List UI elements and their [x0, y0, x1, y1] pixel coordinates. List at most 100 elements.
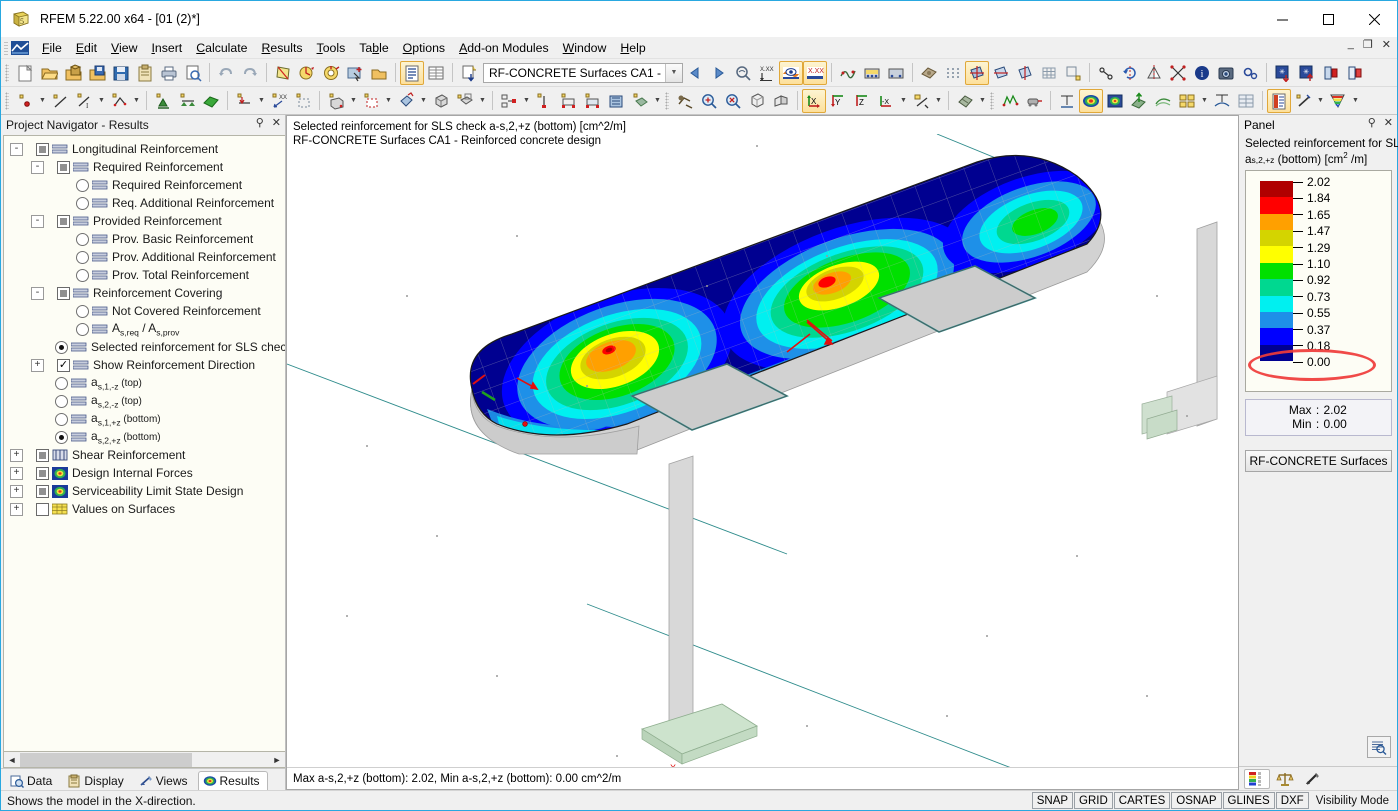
new-opening-dropdown-arrow[interactable]: ▼ — [383, 89, 394, 113]
view-custom-icon[interactable] — [909, 89, 933, 113]
print-icon[interactable] — [157, 61, 181, 85]
navigator-pin-icon[interactable]: ⚲ — [256, 116, 264, 129]
view-z-icon[interactable]: Z — [850, 89, 874, 113]
settings-gear-icon[interactable] — [1238, 61, 1262, 85]
new-solid-icon[interactable] — [324, 89, 348, 113]
window-close-button[interactable] — [1351, 1, 1397, 37]
menu-item-addon-modules[interactable]: Add-on Modules — [452, 39, 556, 57]
tree-checkbox-show-reinforcement-direction[interactable] — [57, 359, 70, 372]
status-toggle-osnap[interactable]: OSNAP — [1171, 792, 1221, 809]
menu-item-file[interactable]: FFileile — [35, 39, 69, 57]
load-case-icon[interactable] — [319, 61, 343, 85]
result-values-icon[interactable] — [1175, 89, 1199, 113]
menu-item-edit[interactable]: Edit — [69, 39, 104, 57]
tree-radio-prov-additional-reinforcement[interactable] — [76, 251, 89, 264]
model-viewport[interactable]: Selected reinforcement for SLS check a-s… — [286, 115, 1239, 790]
menu-item-options[interactable]: Options — [396, 39, 452, 57]
move-icon[interactable] — [1094, 61, 1118, 85]
mdi-restore-button[interactable]: ❐ — [1361, 38, 1375, 51]
status-visibility-mode[interactable]: Visibility Mode — [1310, 792, 1395, 809]
tree-expander-reinforcement-covering-group[interactable]: - — [31, 287, 44, 300]
new-polyline-dropdown-arrow[interactable]: ▼ — [131, 89, 142, 113]
new-member-hinge-icon[interactable] — [175, 89, 199, 113]
mdi-close-button[interactable]: ✕ — [1380, 38, 1393, 51]
new-copy-icon[interactable] — [453, 89, 477, 113]
render-mode-icon[interactable] — [953, 89, 977, 113]
tree-checkbox-reinforcement-covering-group[interactable] — [57, 287, 70, 300]
result-diagram-chart-icon[interactable] — [1210, 89, 1234, 113]
numeric-results-icon[interactable]: X.XX — [803, 61, 827, 85]
tree-expander-longitudinal-reinforcement[interactable]: - — [10, 143, 23, 156]
section-result-icon[interactable] — [1151, 89, 1175, 113]
tree-item-design-internal-forces[interactable]: +Design Internal Forces — [4, 464, 285, 482]
tab-data[interactable]: Data — [5, 771, 60, 790]
tree-item-req-additional-reinforcement[interactable]: Req. Additional Reinforcement — [4, 194, 285, 212]
status-toggle-dxf[interactable]: DXF — [1276, 792, 1309, 809]
toolbar-grip-handle[interactable] — [990, 92, 994, 110]
isometric-view-icon[interactable] — [745, 89, 769, 113]
new-copy-dropdown-arrow[interactable]: ▼ — [477, 89, 488, 113]
tree-radio-required-reinforcement[interactable] — [76, 179, 89, 192]
toolbar-grip-handle[interactable] — [665, 92, 669, 110]
status-toggle-grid[interactable]: GRID — [1074, 792, 1113, 809]
group-objects-dropdown-arrow[interactable]: ▼ — [521, 89, 532, 113]
new-cube-icon[interactable] — [429, 89, 453, 113]
support-reaction-icon[interactable] — [1022, 89, 1046, 113]
rotate-icon[interactable] — [1118, 61, 1142, 85]
redo-icon[interactable] — [238, 61, 262, 85]
toolbar-grip-handle[interactable] — [5, 92, 9, 110]
tree-item-required-reinforcement[interactable]: Required Reinforcement — [4, 176, 285, 194]
results-on-icon[interactable] — [779, 61, 803, 85]
save-icon[interactable] — [109, 61, 133, 85]
mesh-display-icon[interactable] — [1037, 61, 1061, 85]
printout-report-icon[interactable] — [1267, 89, 1291, 113]
navigator-horizontal-scrollbar[interactable]: ◄ ► — [3, 752, 285, 768]
surface-axes-y-icon[interactable] — [1013, 61, 1037, 85]
new-node-dropdown-arrow[interactable]: ▼ — [37, 89, 48, 113]
panel-tab-color-legend[interactable] — [1244, 769, 1270, 789]
surface-results-icon[interactable] — [917, 61, 941, 85]
table-view-icon[interactable] — [400, 61, 424, 85]
perspective-view-icon[interactable] — [769, 89, 793, 113]
loads-icon[interactable] — [295, 61, 319, 85]
menu-item-insert[interactable]: Insert — [144, 39, 189, 57]
view-custom-dropdown-arrow[interactable]: ▼ — [933, 89, 944, 113]
menu-item-window[interactable]: Window — [556, 39, 614, 57]
mesh-refine-icon[interactable] — [1061, 61, 1085, 85]
tree-expander-show-reinforcement-direction[interactable]: + — [31, 359, 44, 372]
toolbar-grip-handle[interactable] — [5, 64, 9, 82]
menu-item-results[interactable]: Results — [255, 39, 310, 57]
tree-item-values-on-surfaces[interactable]: +Values on Surfaces — [4, 500, 285, 518]
new-file-icon[interactable] — [13, 61, 37, 85]
color-legend-dropdown-arrow[interactable]: ▼ — [1350, 89, 1361, 113]
menu-grip-handle[interactable] — [4, 40, 8, 56]
array-icon[interactable] — [1166, 61, 1190, 85]
tree-item-provided-reinforcement-group[interactable]: -Provided Reinforcement — [4, 212, 285, 230]
navigator-close-icon[interactable]: ✕ — [272, 116, 281, 129]
new-support-icon[interactable] — [151, 89, 175, 113]
menu-item-tools[interactable]: Tools — [310, 39, 353, 57]
new-member-load-icon[interactable]: XX — [267, 89, 291, 113]
tree-item-serviceability-limit-state-design[interactable]: +Serviceability Limit State Design — [4, 482, 285, 500]
new-dimension-icon[interactable]: I — [72, 89, 96, 113]
tree-expander-required-reinforcement-group[interactable]: - — [31, 161, 44, 174]
surface-axes-x-icon[interactable] — [989, 61, 1013, 85]
scroll-track[interactable] — [20, 753, 269, 767]
tree-radio-as1-minus-z-top[interactable] — [55, 377, 68, 390]
panel-pin-icon[interactable]: ⚲ — [1368, 116, 1376, 129]
new-solid-dropdown-arrow[interactable]: ▼ — [348, 89, 359, 113]
tree-item-required-reinforcement-group[interactable]: -Required Reinforcement — [4, 158, 285, 176]
printout-down-icon[interactable]: ✳ — [1271, 61, 1295, 85]
tree-expander-provided-reinforcement-group[interactable]: - — [31, 215, 44, 228]
tree-item-selected-reinforcement-sls[interactable]: Selected reinforcement for SLS check — [4, 338, 285, 356]
tree-item-prov-total-reinforcement[interactable]: Prov. Total Reinforcement — [4, 266, 285, 284]
tree-item-as1-plus-z-bottom[interactable]: as,1,+z (bottom) — [4, 410, 285, 428]
render-mode-dropdown-arrow[interactable]: ▼ — [977, 89, 988, 113]
menu-item-help[interactable]: Help — [613, 39, 652, 57]
view-dropdown-arrow[interactable]: ▼ — [898, 89, 909, 113]
wand-icon[interactable] — [1291, 89, 1315, 113]
next-case-icon[interactable] — [707, 61, 731, 85]
tree-item-as1-minus-z-top[interactable]: as,1,-z (top) — [4, 374, 285, 392]
color-legend-icon[interactable] — [1326, 89, 1350, 113]
window-maximize-button[interactable] — [1305, 1, 1351, 37]
